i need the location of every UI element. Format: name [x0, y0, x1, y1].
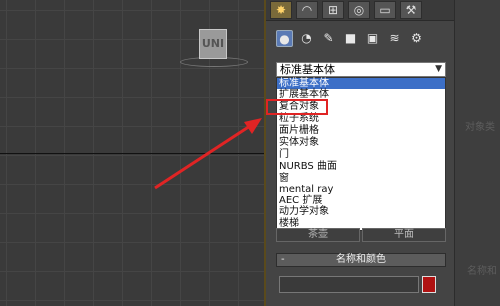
viewport-object[interactable]: UNI	[199, 29, 227, 59]
dropdown-option[interactable]: 动力学对象	[279, 206, 329, 217]
secondary-panel-label: 名称和	[467, 266, 497, 277]
helpers-button[interactable]: ▣	[364, 30, 381, 47]
geometry-button[interactable]: ●	[276, 30, 293, 47]
utilities-icon: ⚒	[405, 3, 417, 17]
object-name-field[interactable]	[279, 276, 419, 293]
modify-icon: ◠	[301, 3, 313, 17]
dropdown-option[interactable]: NURBS 曲面	[279, 161, 337, 172]
create-icon: ✸	[275, 3, 287, 17]
command-panel-tabs: ✸ ◠ ⊞ ◎ ▭ ⚒	[266, 0, 454, 21]
dropdown-option[interactable]: 门	[279, 149, 289, 160]
create-subcategories: ● ◔ ✎ ■ ▣ ≋ ⚙	[276, 30, 446, 50]
helpers-icon: ▣	[366, 31, 379, 45]
dropdown-option[interactable]: 窗	[279, 173, 289, 184]
display-icon: ▭	[379, 3, 391, 17]
rollout-title: 名称和颜色	[336, 254, 386, 265]
shapes-icon: ◔	[301, 31, 312, 45]
plane-button[interactable]: 平面	[362, 228, 446, 242]
lights-icon: ✎	[323, 31, 334, 45]
dropdown-option[interactable]: 标准基本体	[277, 78, 445, 89]
ground-axis-line	[0, 153, 265, 154]
category-select[interactable]: 标准基本体 ▼	[276, 62, 446, 77]
systems-button[interactable]: ⚙	[408, 30, 425, 47]
teapot-button[interactable]: 茶壶	[276, 228, 360, 242]
systems-icon: ⚙	[411, 31, 422, 45]
cameras-button[interactable]: ■	[342, 30, 359, 47]
chevron-down-icon: ▼	[435, 64, 442, 74]
spacewarps-icon: ≋	[389, 31, 400, 45]
hierarchy-icon: ⊞	[327, 3, 339, 17]
secondary-panel: 对象类 名称和	[454, 0, 500, 306]
dropdown-option[interactable]: 面片栅格	[279, 125, 319, 136]
tab-create[interactable]: ✸	[270, 1, 292, 19]
shapes-button[interactable]: ◔	[298, 30, 315, 47]
motion-icon: ◎	[353, 3, 365, 17]
command-panel: ✸ ◠ ⊞ ◎ ▭ ⚒ ● ◔ ✎ ■ ▣ ≋ ⚙ 标准基本体 ▼ 标准基本体 …	[266, 0, 454, 306]
category-select-value: 标准基本体	[280, 63, 335, 76]
spacewarps-button[interactable]: ≋	[386, 30, 403, 47]
dropdown-option[interactable]: 实体对象	[279, 137, 319, 148]
object-color-swatch[interactable]	[422, 276, 436, 293]
dropdown-option[interactable]: AEC 扩展	[279, 195, 322, 206]
geometry-icon: ●	[279, 32, 290, 46]
tab-display[interactable]: ▭	[374, 1, 396, 19]
tab-modify[interactable]: ◠	[296, 1, 318, 19]
name-and-color-rollout[interactable]: - 名称和颜色	[276, 253, 446, 267]
dropdown-option[interactable]: mental ray	[279, 184, 333, 195]
cameras-icon: ■	[344, 31, 357, 45]
lights-button[interactable]: ✎	[320, 30, 337, 47]
secondary-panel-label: 对象类	[465, 122, 495, 133]
tab-hierarchy[interactable]: ⊞	[322, 1, 344, 19]
tab-motion[interactable]: ◎	[348, 1, 370, 19]
tab-utilities[interactable]: ⚒	[400, 1, 422, 19]
annotation-highlight-box	[266, 99, 328, 115]
perspective-viewport[interactable]: UNI	[0, 0, 265, 306]
viewport-object-label: UNI	[201, 37, 225, 50]
